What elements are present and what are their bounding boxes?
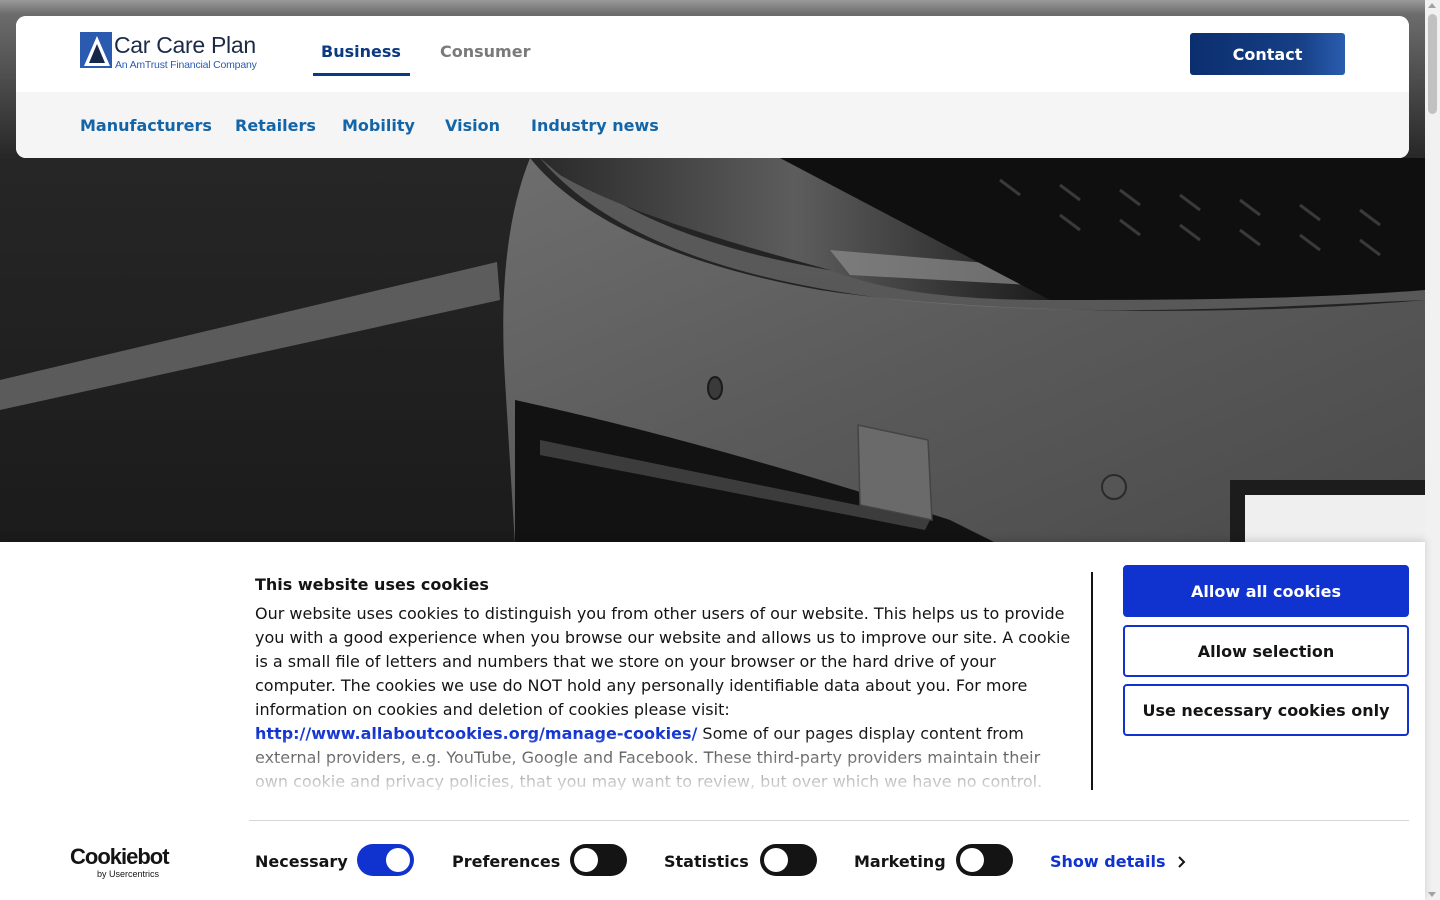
toggle-label-preferences: Preferences — [452, 852, 561, 871]
cookiebot-logo[interactable]: Cookiebot by Usercentrics — [70, 844, 180, 880]
car-care-plan-logo[interactable]: Car Care Plan An AmTrust Financial Compa… — [80, 32, 270, 71]
business-sub-nav: Manufacturers Retailers Mobility Vision … — [16, 92, 1409, 158]
cookie-banner-divider — [1091, 572, 1093, 790]
toggle-label-statistics: Statistics — [664, 852, 749, 871]
logo-name: Car Care Plan — [114, 32, 256, 58]
allow-selection-button[interactable]: Allow selection — [1123, 625, 1409, 677]
scroll-thumb[interactable] — [1428, 14, 1437, 114]
logo-triangle-icon — [80, 32, 112, 68]
nav-link-vision[interactable]: Vision — [445, 116, 500, 135]
toggle-marketing[interactable] — [956, 844, 1013, 876]
site-header: Car Care Plan An AmTrust Financial Compa… — [16, 16, 1409, 158]
toggle-label-marketing: Marketing — [854, 852, 946, 871]
toggle-statistics[interactable] — [760, 844, 817, 876]
chevron-right-icon[interactable] — [1175, 854, 1189, 870]
scroll-down-arrow-icon[interactable] — [1428, 892, 1436, 897]
contact-button[interactable]: Contact — [1190, 33, 1345, 75]
toggle-label-necessary: Necessary — [255, 852, 348, 871]
cookie-consent-banner: This website uses cookies Our website us… — [0, 542, 1425, 900]
toggle-necessary[interactable] — [357, 844, 414, 876]
nav-link-retailers[interactable]: Retailers — [235, 116, 316, 135]
scroll-up-arrow-icon[interactable] — [1428, 3, 1436, 8]
toggle-preferences[interactable] — [570, 844, 627, 876]
cookie-banner-text[interactable]: Our website uses cookies to distinguish … — [255, 602, 1075, 790]
nav-link-manufacturers[interactable]: Manufacturers — [80, 116, 212, 135]
cookiebot-sub: by Usercentrics — [97, 869, 160, 879]
nav-link-mobility[interactable]: Mobility — [342, 116, 415, 135]
header-top-bar: Car Care Plan An AmTrust Financial Compa… — [16, 16, 1409, 92]
page-scrollbar[interactable] — [1425, 0, 1440, 900]
cookie-banner-title: This website uses cookies — [255, 575, 489, 594]
necessary-cookies-only-button[interactable]: Use necessary cookies only — [1123, 684, 1409, 736]
show-details-link[interactable]: Show details — [1050, 852, 1166, 871]
cookiebot-wordmark: Cookiebot — [70, 844, 170, 869]
nav-link-industry-news[interactable]: Industry news — [531, 116, 659, 135]
logo-subtitle: An AmTrust Financial Company — [115, 59, 257, 71]
allow-all-cookies-button[interactable]: Allow all cookies — [1123, 565, 1409, 617]
tab-consumer[interactable]: Consumer — [440, 42, 530, 61]
tab-business[interactable]: Business — [313, 42, 410, 76]
cookie-banner-separator — [249, 820, 1409, 821]
cookie-text-intro: Our website uses cookies to distinguish … — [255, 604, 1071, 719]
allaboutcookies-link[interactable]: http://www.allaboutcookies.org/manage-co… — [255, 724, 697, 743]
